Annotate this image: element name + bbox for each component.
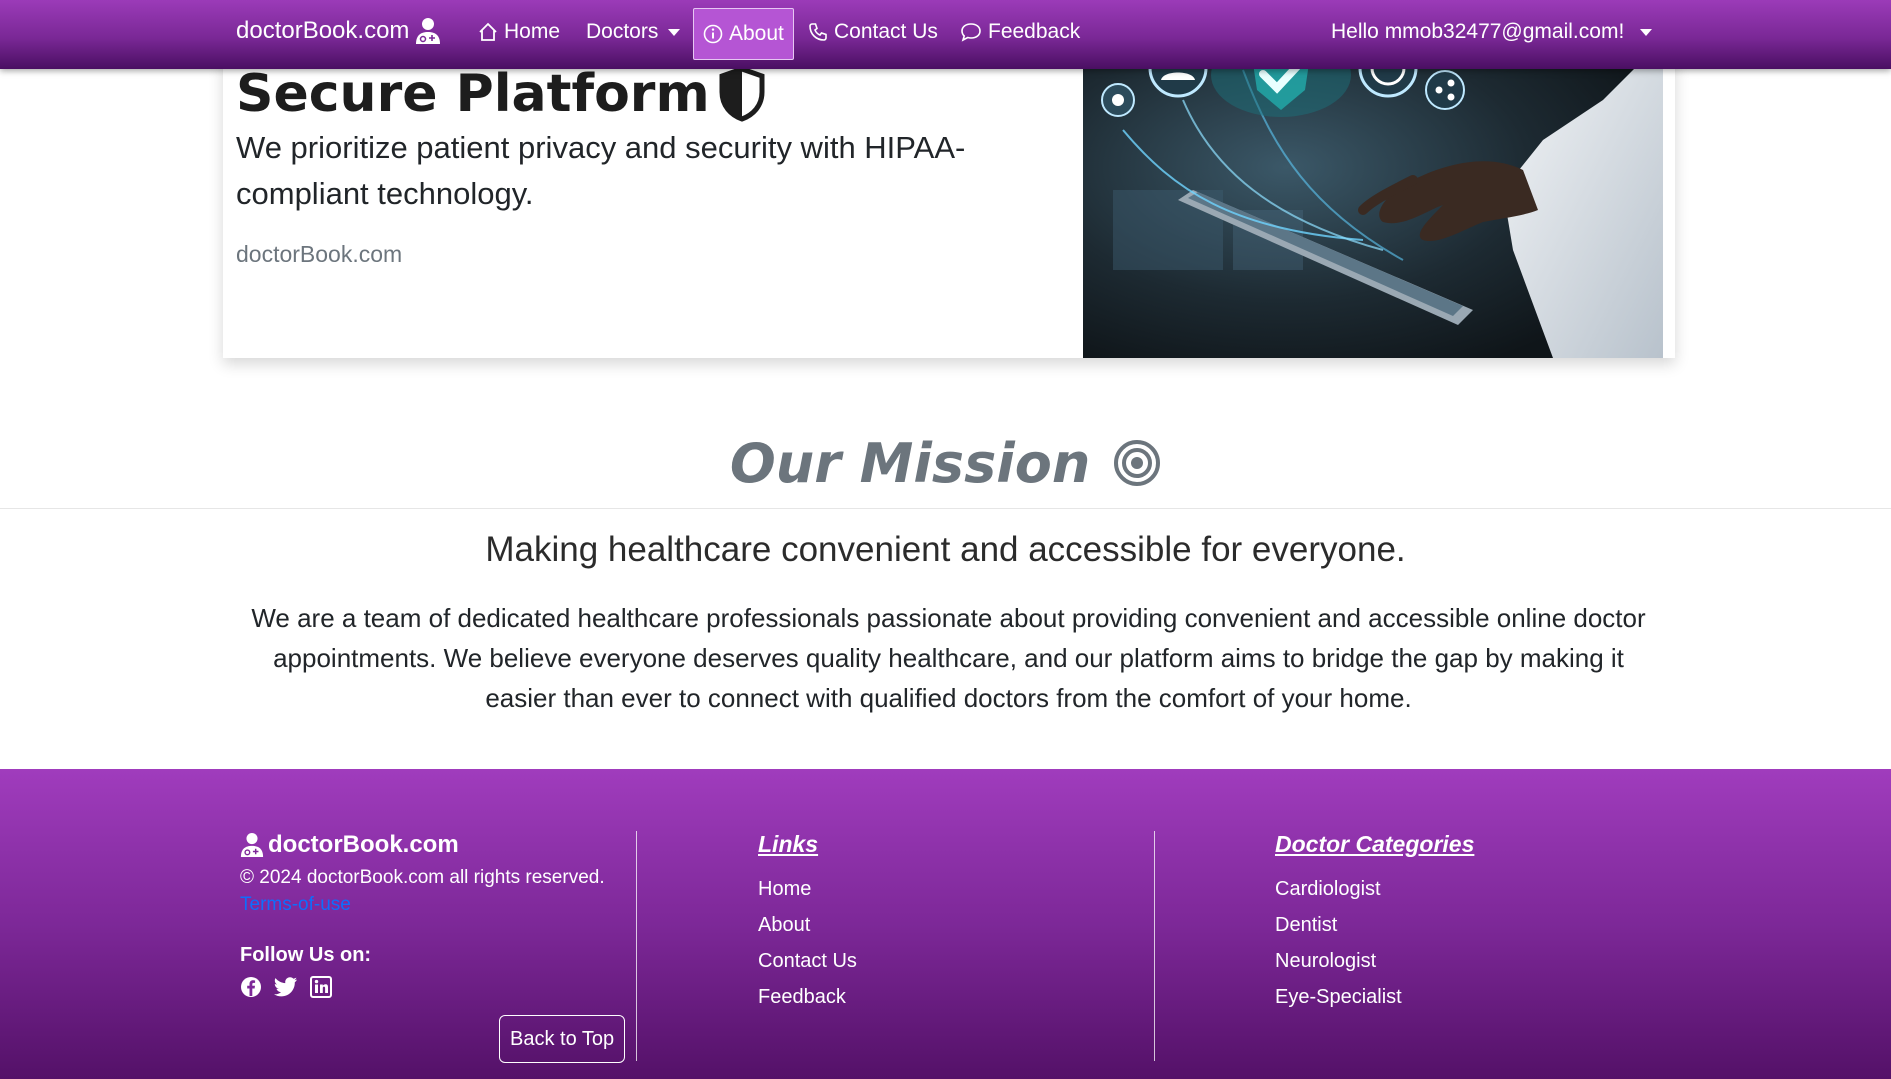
chevron-down-icon <box>1640 28 1653 36</box>
site-footer: doctorBook.com © 2024 doctorBook.com all… <box>0 769 1891 1079</box>
secure-platform-card: Secure Platform We prioritize patient pr… <box>223 40 1675 358</box>
user-menu-dropdown[interactable]: Hello mmob32477@gmail.com! <box>1331 20 1653 44</box>
nav-feedback-label: Feedback <box>988 20 1081 43</box>
footer-link-contact[interactable]: Contact Us <box>758 950 857 973</box>
linkedin-icon[interactable] <box>310 976 332 998</box>
doctor-icon <box>240 833 264 857</box>
social-links <box>240 976 332 998</box>
back-to-top-button[interactable]: Back to Top <box>499 1015 626 1063</box>
user-greeting: Hello mmob32477@gmail.com! <box>1331 20 1625 43</box>
security-illustration <box>1083 40 1663 358</box>
nav-contact[interactable]: Contact Us <box>808 20 938 44</box>
nav-brand-text: doctorBook.com <box>236 17 410 44</box>
card-title-text: Secure Platform <box>236 64 710 124</box>
nav-doctors-dropdown[interactable]: Doctors <box>586 20 681 44</box>
mission-divider <box>0 508 1891 509</box>
category-link-cardiologist[interactable]: Cardiologist <box>1275 878 1381 901</box>
links-title: Links <box>758 831 819 857</box>
footer-brand-text: doctorBook.com <box>268 831 459 858</box>
shield-icon <box>719 66 765 122</box>
card-title: Secure Platform <box>236 64 766 124</box>
terms-of-use-link[interactable]: Terms-of-use <box>240 894 351 916</box>
footer-link-about[interactable]: About <box>758 914 810 937</box>
facebook-icon[interactable] <box>240 976 262 998</box>
mission-lead: Making healthcare convenient and accessi… <box>485 530 1406 569</box>
follow-us-label: Follow Us on: <box>240 944 372 966</box>
category-link-neurologist[interactable]: Neurologist <box>1275 950 1376 973</box>
nav-brand[interactable]: doctorBook.com <box>236 17 441 45</box>
security-tablet-image <box>1083 40 1663 358</box>
doctor-icon <box>416 18 441 44</box>
twitter-icon[interactable] <box>274 976 298 998</box>
doctor-categories-title: Doctor Categories <box>1275 831 1475 857</box>
nav-home[interactable]: Home <box>478 20 560 44</box>
mission-title: Our Mission <box>0 428 1891 495</box>
info-icon <box>703 24 723 44</box>
footer-brand: doctorBook.com <box>240 831 459 859</box>
chat-icon <box>961 23 981 42</box>
target-icon <box>1114 440 1161 487</box>
mission-body: We are a team of dedicated healthcare pr… <box>251 603 1646 713</box>
top-navbar: doctorBook.com Home Doctors About Contac… <box>0 0 1891 69</box>
footer-link-home[interactable]: Home <box>758 878 811 901</box>
phone-icon <box>809 23 827 41</box>
chevron-down-icon <box>668 28 681 36</box>
category-link-dentist[interactable]: Dentist <box>1275 914 1337 937</box>
nav-contact-label: Contact Us <box>834 20 938 43</box>
nav-about-label: About <box>729 22 784 45</box>
card-footer-text: doctorBook.com <box>236 241 403 267</box>
footer-copyright: © 2024 doctorBook.com all rights reserve… <box>240 867 605 888</box>
nav-home-label: Home <box>504 20 561 43</box>
nav-doctors-label: Doctors <box>586 20 659 43</box>
mission-title-text: Our Mission <box>729 431 1091 495</box>
nav-feedback[interactable]: Feedback <box>960 20 1080 44</box>
nav-about[interactable]: About <box>693 8 794 60</box>
footer-divider <box>636 831 637 1061</box>
card-description: We prioritize patient privacy and securi… <box>236 130 966 211</box>
home-icon <box>479 22 497 41</box>
footer-link-feedback[interactable]: Feedback <box>758 986 846 1009</box>
category-link-eye-specialist[interactable]: Eye-Specialist <box>1275 986 1402 1009</box>
footer-divider <box>1154 831 1155 1061</box>
